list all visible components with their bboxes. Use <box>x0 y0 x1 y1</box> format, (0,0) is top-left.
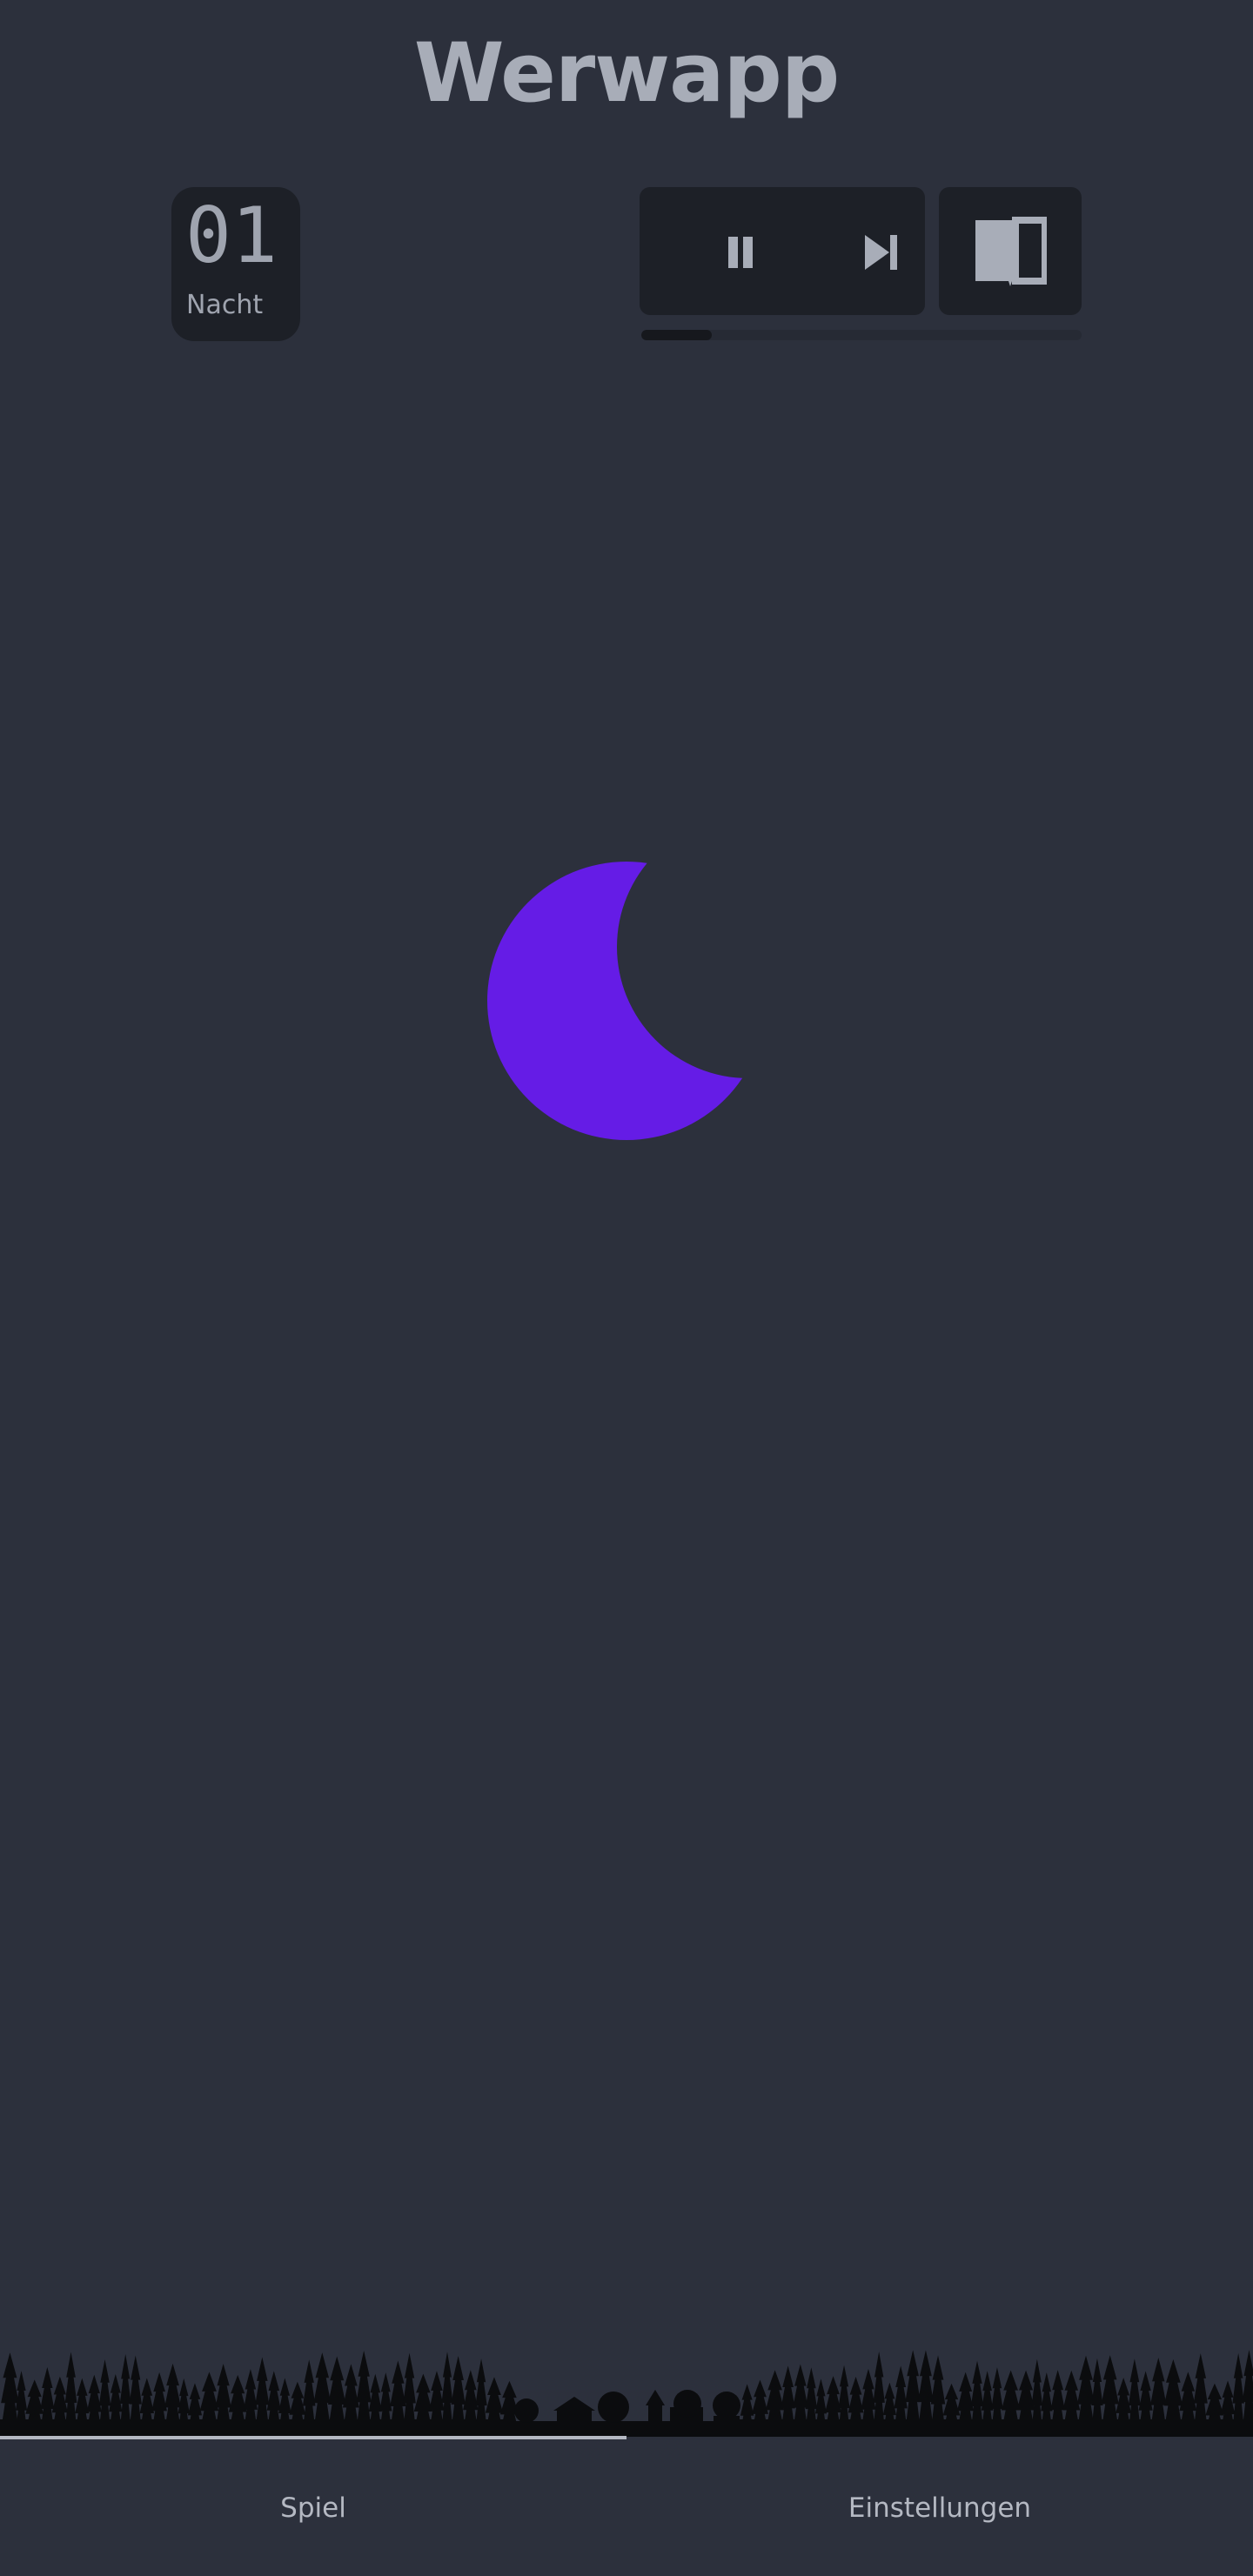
pause-icon <box>728 237 753 268</box>
skip-next-icon <box>865 235 897 270</box>
pause-button[interactable] <box>710 222 771 283</box>
round-number: 01 <box>185 191 278 280</box>
round-counter: 01 Nacht <box>171 187 300 341</box>
phase-timer-bar <box>641 330 1082 340</box>
app-title: Werwapp <box>413 26 840 121</box>
forest-village-silhouette <box>0 2350 1253 2437</box>
phase-timer-fill <box>641 330 712 340</box>
app-screen: Werwapp 01 Nacht Spiel Einstellungen <box>0 0 1253 2576</box>
tab-game[interactable]: Spiel <box>0 2439 626 2576</box>
playback-controls <box>640 187 925 315</box>
moon-icon <box>487 862 766 1140</box>
skip-button[interactable] <box>851 222 912 283</box>
book-icon <box>975 216 1047 286</box>
tab-settings[interactable]: Einstellungen <box>626 2439 1253 2576</box>
phase-label: Nacht <box>186 290 264 320</box>
rules-button[interactable] <box>939 187 1082 315</box>
